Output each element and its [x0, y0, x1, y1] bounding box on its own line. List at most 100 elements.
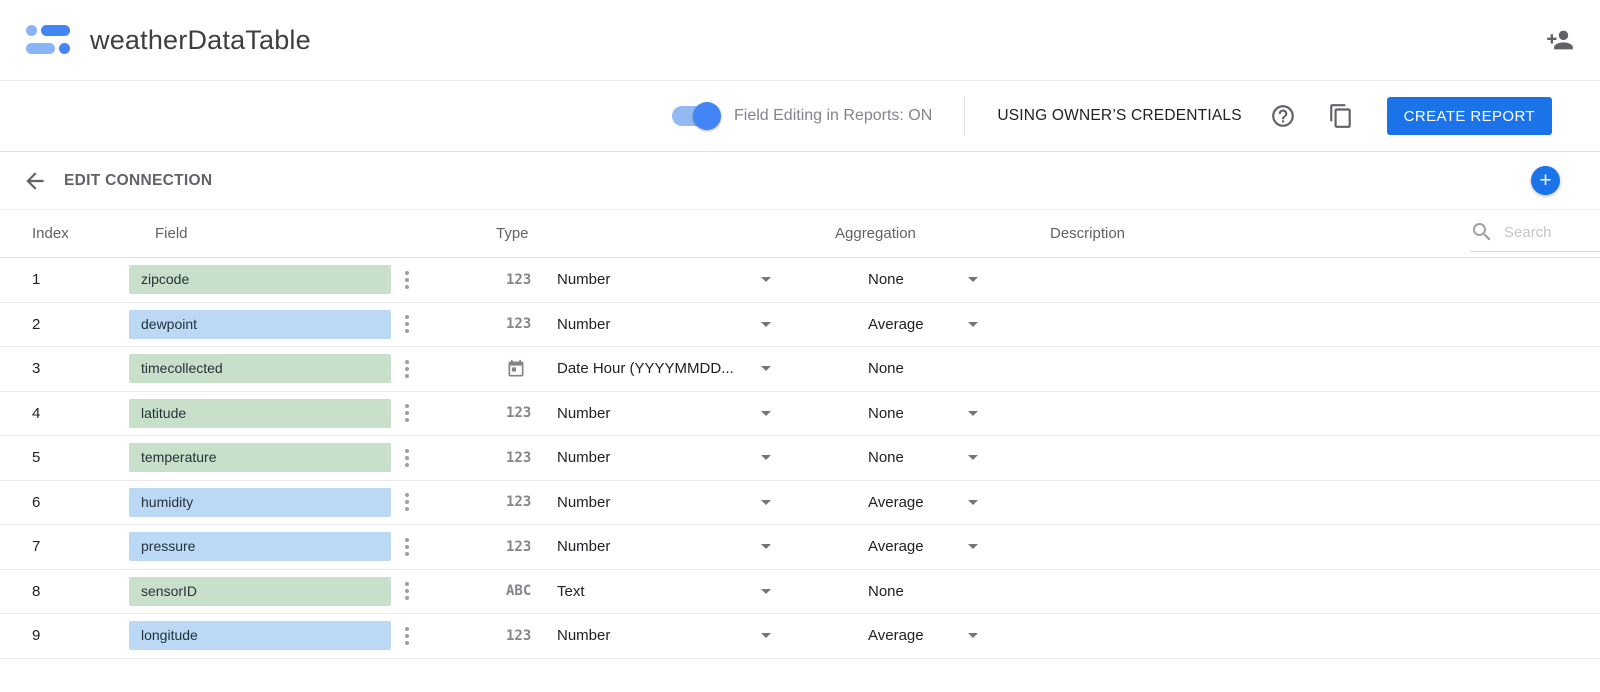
field-options-menu-icon[interactable] [400, 491, 414, 513]
chevron-down-icon[interactable] [761, 277, 771, 282]
type-icon [506, 359, 540, 379]
field-name-chip[interactable]: pressure [129, 532, 391, 561]
aggregation-select[interactable]: Average [868, 316, 924, 333]
chevron-down-icon[interactable] [968, 455, 978, 460]
chevron-down-icon[interactable] [968, 500, 978, 505]
aggregation-select[interactable]: Average [868, 494, 924, 511]
row-index: 4 [0, 405, 129, 422]
search-box[interactable] [1470, 216, 1600, 252]
aggregation-cell: None [795, 583, 1000, 600]
chevron-down-icon[interactable] [761, 544, 771, 549]
field-editing-label: Field Editing in Reports: ON [734, 107, 932, 125]
edit-connection-button[interactable]: EDIT CONNECTION [64, 172, 212, 190]
column-header-type: Type [425, 225, 795, 242]
chevron-down-icon[interactable] [761, 322, 771, 327]
row-index: 2 [0, 316, 129, 333]
field-name-chip[interactable]: timecollected [129, 354, 391, 383]
row-index: 1 [0, 271, 129, 288]
type-icon: ABC [506, 583, 540, 599]
field-cell: temperature [129, 443, 425, 472]
share-person-add-icon[interactable] [1546, 26, 1574, 54]
type-glyph: 123 [506, 316, 531, 332]
field-cell: pressure [129, 532, 425, 561]
type-glyph: 123 [506, 539, 531, 555]
type-select[interactable]: Number [557, 538, 610, 555]
type-select[interactable]: Number [557, 271, 610, 288]
type-cell: 123 Number [425, 494, 795, 511]
chevron-down-icon[interactable] [968, 544, 978, 549]
aggregation-cell: None [795, 360, 1000, 377]
aggregation-select[interactable]: Average [868, 627, 924, 644]
chevron-down-icon[interactable] [968, 277, 978, 282]
column-header-index: Index [0, 225, 129, 242]
field-cell: humidity [129, 488, 425, 517]
type-glyph: 123 [506, 494, 531, 510]
row-index: 5 [0, 449, 129, 466]
chevron-down-icon[interactable] [968, 322, 978, 327]
field-options-menu-icon[interactable] [400, 269, 414, 291]
chevron-down-icon[interactable] [761, 500, 771, 505]
aggregation-select[interactable]: None [868, 583, 904, 600]
type-cell: Date Hour (YYYYMMDD... [425, 359, 795, 379]
field-cell: zipcode [129, 265, 425, 294]
help-icon[interactable] [1270, 103, 1296, 129]
type-icon: 123 [506, 405, 540, 421]
field-cell: dewpoint [129, 310, 425, 339]
table-row: 5 temperature 123 Number None [0, 436, 1600, 481]
chevron-down-icon[interactable] [761, 633, 771, 638]
field-name-chip[interactable]: temperature [129, 443, 391, 472]
connection-bar: EDIT CONNECTION + [0, 152, 1600, 210]
data-studio-logo-icon[interactable] [26, 24, 70, 56]
chevron-down-icon[interactable] [761, 455, 771, 460]
search-input[interactable] [1502, 223, 1594, 242]
chevron-down-icon[interactable] [761, 411, 771, 416]
field-name-chip[interactable]: latitude [129, 399, 391, 428]
app-header: weatherDataTable [0, 0, 1600, 81]
type-icon: 123 [506, 628, 540, 644]
add-field-button[interactable]: + [1531, 166, 1560, 195]
type-select[interactable]: Number [557, 494, 610, 511]
field-options-menu-icon[interactable] [400, 447, 414, 469]
field-options-menu-icon[interactable] [400, 625, 414, 647]
credentials-button[interactable]: USING OWNER’S CREDENTIALS [997, 107, 1241, 125]
field-options-menu-icon[interactable] [400, 536, 414, 558]
aggregation-select[interactable]: None [868, 449, 904, 466]
field-table-body: 1 zipcode 123 Number None 2 dewpoint 123 [0, 258, 1600, 659]
aggregation-select[interactable]: None [868, 405, 904, 422]
chevron-down-icon[interactable] [761, 589, 771, 594]
create-report-button[interactable]: CREATE REPORT [1387, 97, 1552, 135]
back-arrow-icon[interactable] [22, 168, 48, 194]
chevron-down-icon[interactable] [761, 366, 771, 371]
copy-icon[interactable] [1328, 103, 1354, 129]
field-editing-toggle[interactable] [672, 103, 718, 129]
chevron-down-icon[interactable] [968, 633, 978, 638]
chevron-down-icon[interactable] [968, 411, 978, 416]
logo-bar [26, 43, 55, 54]
field-name-chip[interactable]: humidity [129, 488, 391, 517]
aggregation-cell: None [795, 405, 1000, 422]
field-options-menu-icon[interactable] [400, 402, 414, 424]
aggregation-select[interactable]: None [868, 360, 904, 377]
type-icon: 123 [506, 272, 540, 288]
type-cell: 123 Number [425, 627, 795, 644]
aggregation-cell: Average [795, 316, 1000, 333]
field-name-chip[interactable]: sensorID [129, 577, 391, 606]
field-name-chip[interactable]: dewpoint [129, 310, 391, 339]
type-select[interactable]: Date Hour (YYYYMMDD... [557, 360, 734, 377]
field-options-menu-icon[interactable] [400, 580, 414, 602]
field-name-chip[interactable]: longitude [129, 621, 391, 650]
type-select[interactable]: Number [557, 405, 610, 422]
field-options-menu-icon[interactable] [400, 313, 414, 335]
field-cell: timecollected [129, 354, 425, 383]
aggregation-select[interactable]: None [868, 271, 904, 288]
field-options-menu-icon[interactable] [400, 358, 414, 380]
type-select[interactable]: Number [557, 627, 610, 644]
type-select[interactable]: Number [557, 449, 610, 466]
type-select[interactable]: Number [557, 316, 610, 333]
row-index: 8 [0, 583, 129, 600]
field-name-chip[interactable]: zipcode [129, 265, 391, 294]
aggregation-select[interactable]: Average [868, 538, 924, 555]
column-header-aggregation: Aggregation [795, 225, 1000, 242]
logo-dot [26, 25, 37, 36]
type-select[interactable]: Text [557, 583, 585, 600]
